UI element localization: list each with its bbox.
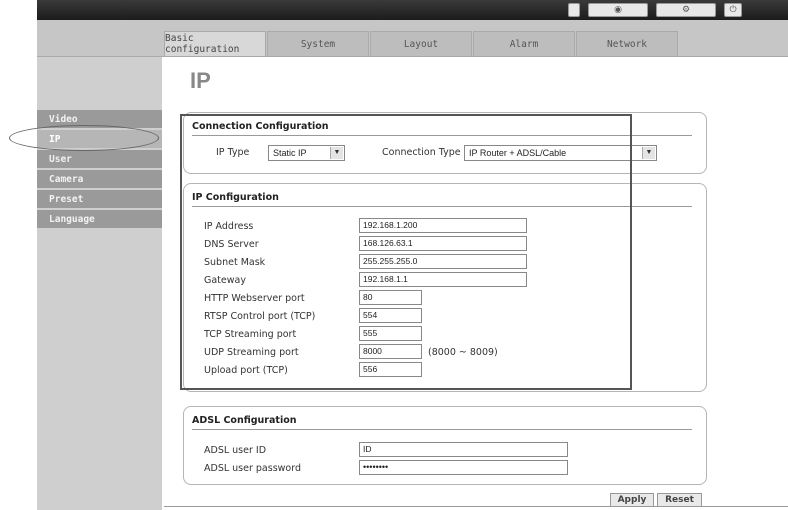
sidebar-item-language[interactable]: Language bbox=[37, 210, 162, 228]
tcp-streaming-port-label: TCP Streaming port bbox=[204, 329, 297, 340]
dns-server-input[interactable]: 168.126.63.1 bbox=[359, 236, 527, 251]
ip-configuration-title: IP Configuration bbox=[192, 192, 692, 207]
http-webserver-port-label: HTTP Webserver port bbox=[204, 293, 305, 304]
adsl-user-password-label: ADSL user password bbox=[204, 463, 301, 474]
bottom-divider bbox=[164, 506, 788, 507]
adsl-configuration-panel: ADSL Configuration ADSL user ID ID ADSL … bbox=[183, 406, 707, 485]
ip-type-select[interactable]: Static IP ▼ bbox=[268, 145, 345, 161]
tab-network[interactable]: Network bbox=[576, 31, 678, 56]
ip-type-value: Static IP bbox=[273, 148, 307, 158]
connection-type-label: Connection Type bbox=[382, 147, 461, 158]
annotation-ellipse bbox=[9, 125, 159, 151]
subnet-mask-label: Subnet Mask bbox=[204, 257, 266, 268]
chevron-down-icon: ▼ bbox=[330, 147, 343, 159]
ip-address-input[interactable]: 192.168.1.200 bbox=[359, 218, 527, 233]
power-icon[interactable]: ⏻ bbox=[724, 3, 742, 17]
view-icon[interactable]: ◉ bbox=[588, 3, 648, 17]
gateway-label: Gateway bbox=[204, 275, 246, 286]
gateway-input[interactable]: 192.168.1.1 bbox=[359, 272, 527, 287]
connection-type-select[interactable]: IP Router + ADSL/Cable ▼ bbox=[464, 145, 657, 161]
tcp-streaming-port-input[interactable]: 555 bbox=[359, 326, 422, 341]
page-title: IP bbox=[190, 68, 211, 93]
connection-configuration-title: Connection Configuration bbox=[192, 121, 692, 136]
udp-port-range-hint: (8000 ~ 8009) bbox=[428, 347, 498, 358]
adsl-configuration-title: ADSL Configuration bbox=[192, 415, 692, 430]
upload-port-input[interactable]: 556 bbox=[359, 362, 422, 377]
upload-port-label: Upload port (TCP) bbox=[204, 365, 288, 376]
udp-streaming-port-input[interactable]: 8000 bbox=[359, 344, 422, 359]
sidebar-item-preset[interactable]: Preset bbox=[37, 190, 162, 208]
http-webserver-port-input[interactable]: 80 bbox=[359, 290, 422, 305]
dns-server-label: DNS Server bbox=[204, 239, 259, 250]
sidebar-item-user[interactable]: User bbox=[37, 150, 162, 168]
main-tabs: Basic configuration System Layout Alarm … bbox=[164, 31, 679, 56]
ip-type-label: IP Type bbox=[216, 147, 250, 158]
adsl-user-id-input[interactable]: ID bbox=[359, 442, 568, 457]
settings-icon[interactable]: ⚙ bbox=[656, 3, 716, 17]
connection-configuration-panel: Connection Configuration IP Type Static … bbox=[183, 112, 707, 174]
adsl-user-id-label: ADSL user ID bbox=[204, 445, 267, 456]
ip-configuration-panel: IP Configuration IP Address 192.168.1.20… bbox=[183, 183, 707, 392]
udp-streaming-port-label: UDP Streaming port bbox=[204, 347, 299, 358]
tab-basic-configuration[interactable]: Basic configuration bbox=[164, 31, 266, 56]
connection-type-value: IP Router + ADSL/Cable bbox=[469, 148, 567, 158]
sidebar-item-camera[interactable]: Camera bbox=[37, 170, 162, 188]
tab-layout[interactable]: Layout bbox=[370, 31, 472, 56]
ip-address-label: IP Address bbox=[204, 221, 254, 232]
reset-button[interactable]: Reset bbox=[657, 493, 702, 507]
tab-system[interactable]: System bbox=[267, 31, 369, 56]
rtsp-control-port-input[interactable]: 554 bbox=[359, 308, 422, 323]
subnet-mask-input[interactable]: 255.255.255.0 bbox=[359, 254, 527, 269]
tab-alarm[interactable]: Alarm bbox=[473, 31, 575, 56]
apply-button[interactable]: Apply bbox=[610, 493, 654, 507]
rtsp-control-port-label: RTSP Control port (TCP) bbox=[204, 311, 316, 322]
chevron-down-icon: ▼ bbox=[642, 147, 655, 159]
top-control-left[interactable] bbox=[568, 3, 580, 17]
adsl-user-password-input[interactable]: •••••••• bbox=[359, 460, 568, 475]
